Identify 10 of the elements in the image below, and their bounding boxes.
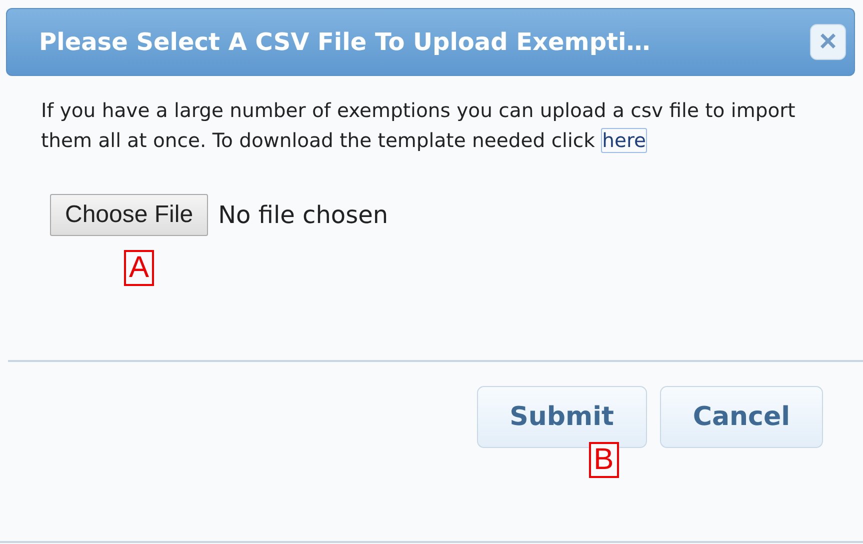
dialog-button[interactable]: Submit [476, 386, 647, 448]
callout-label: A [124, 250, 154, 286]
dialog-title: Please Select A CSV File To Upload Exempti… [39, 28, 650, 56]
choose-file-button[interactable]: Choose File [50, 194, 208, 236]
callout-label: B [588, 442, 619, 478]
close-button[interactable]: × [810, 24, 846, 60]
dialog-button[interactable]: Cancel [660, 386, 823, 448]
template-link[interactable]: here [601, 128, 648, 153]
instructions-text: If you have a large number of exemptions you can upload a csv file to import them all at once. To download the template needed click here [41, 98, 796, 155]
file-status-text: No file chosen [218, 201, 388, 229]
